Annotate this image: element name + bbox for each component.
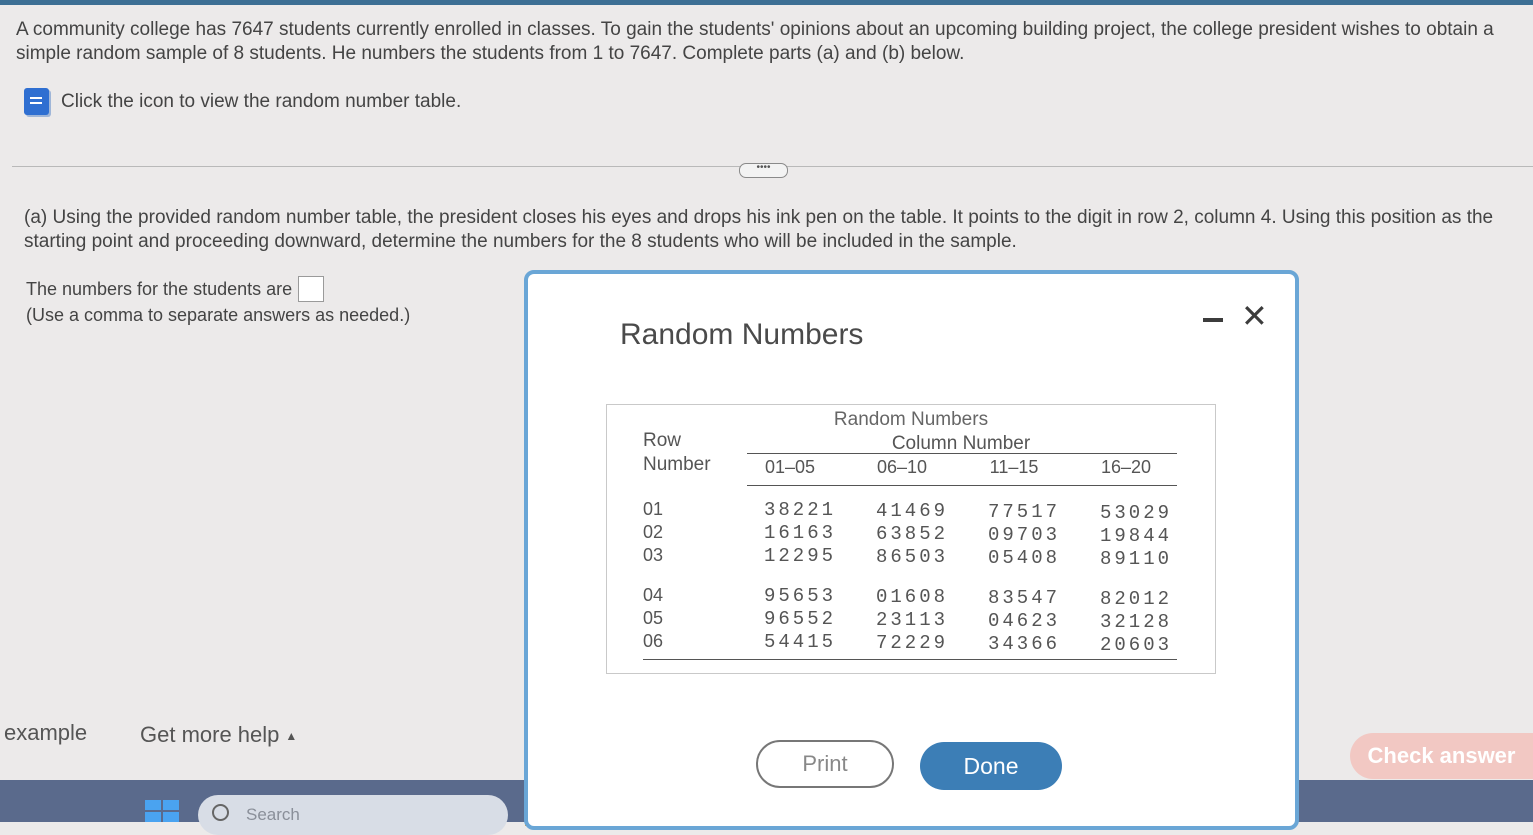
table-cell: 82012 <box>1100 588 1173 610</box>
table-cell: 89110 <box>1100 548 1173 570</box>
minimize-icon[interactable] <box>1203 318 1223 322</box>
answer-label: The numbers for the students are <box>26 278 293 299</box>
problem-statement: A community college has 7647 students cu… <box>16 19 1494 64</box>
table-cell: 01608 <box>876 586 949 608</box>
answer-input[interactable] <box>298 276 325 302</box>
row-number: 03 <box>643 545 664 565</box>
part-a-question: (a) Using the provided random number tab… <box>24 207 1494 252</box>
table-cell: 96552 <box>764 608 837 630</box>
row-header-line2: Number <box>643 454 711 475</box>
random-table-link[interactable]: Click the icon to view the random number… <box>24 88 461 115</box>
search-icon <box>212 804 229 821</box>
column-header: 06–10 <box>876 457 928 477</box>
check-answer-button[interactable]: Check answer <box>1350 733 1533 779</box>
table-cell: 20603 <box>1100 634 1173 656</box>
row-number: 01 <box>643 499 664 519</box>
table-cell: 04623 <box>988 610 1061 632</box>
row-number: 04 <box>643 585 664 605</box>
answer-row: The numbers for the students are <box>26 276 325 302</box>
table-cell: 38221 <box>764 499 837 521</box>
row-header-line1: Row <box>643 430 682 451</box>
table-cell: 54415 <box>764 631 837 653</box>
print-button[interactable]: Print <box>756 740 894 788</box>
taskbar-search-placeholder: Search <box>246 805 300 824</box>
top-accent-bar <box>0 0 1533 5</box>
table-cell: 95653 <box>764 585 837 607</box>
windows-start-icon[interactable] <box>145 800 179 822</box>
table-cell: 05408 <box>988 547 1061 569</box>
dialog-title: Random Numbers <box>620 318 864 351</box>
table-cell: 32128 <box>1100 611 1173 633</box>
table-cell: 09703 <box>988 524 1061 546</box>
table-cell: 53029 <box>1100 502 1173 524</box>
column-header: 11–15 <box>989 457 1039 477</box>
table-cell: 72229 <box>876 632 949 654</box>
header-rule <box>747 453 1177 454</box>
caret-up-icon: ▲ <box>285 729 298 744</box>
taskbar-search[interactable]: Search <box>198 795 508 835</box>
table-cell: 77517 <box>988 501 1061 523</box>
answer-note: (Use a comma to separate answers as need… <box>26 305 411 325</box>
get-more-help-label[interactable]: Get more help <box>140 722 279 747</box>
random-table-link-label[interactable]: Click the icon to view the random number… <box>61 91 461 113</box>
header-bottom-rule <box>747 485 1177 486</box>
table-cell: 23113 <box>876 609 949 631</box>
expand-toggle[interactable]: •••• <box>739 163 788 178</box>
table-cell: 34366 <box>988 633 1061 655</box>
table-cell: 86503 <box>876 546 949 568</box>
column-header: 01–05 <box>764 457 816 477</box>
table-cell: 19844 <box>1100 525 1173 547</box>
table-bottom-rule <box>643 659 1177 660</box>
row-number-header: Row Number <box>643 429 711 477</box>
random-number-table: Random Numbers Column Number Row Number … <box>606 404 1216 674</box>
table-cell: 41469 <box>876 500 949 522</box>
get-more-help-button[interactable]: Get more help ▲ <box>140 722 297 748</box>
row-number: 02 <box>643 522 664 542</box>
table-cell: 83547 <box>988 587 1061 609</box>
book-icon[interactable] <box>24 88 49 115</box>
table-cell: 63852 <box>876 523 949 545</box>
table-cell: 12295 <box>764 545 837 567</box>
table-caption: Random Numbers <box>833 409 989 430</box>
row-number: 05 <box>643 608 664 628</box>
column-number-caption: Column Number <box>891 433 1031 454</box>
random-numbers-dialog: Random Numbers ✕ Random Numbers Column N… <box>524 270 1299 830</box>
column-header: 16–20 <box>1100 457 1152 477</box>
done-button[interactable]: Done <box>920 742 1062 790</box>
example-link[interactable]: example <box>4 720 87 746</box>
close-icon[interactable]: ✕ <box>1241 300 1268 332</box>
table-cell: 16163 <box>764 522 837 544</box>
row-number: 06 <box>643 631 664 651</box>
